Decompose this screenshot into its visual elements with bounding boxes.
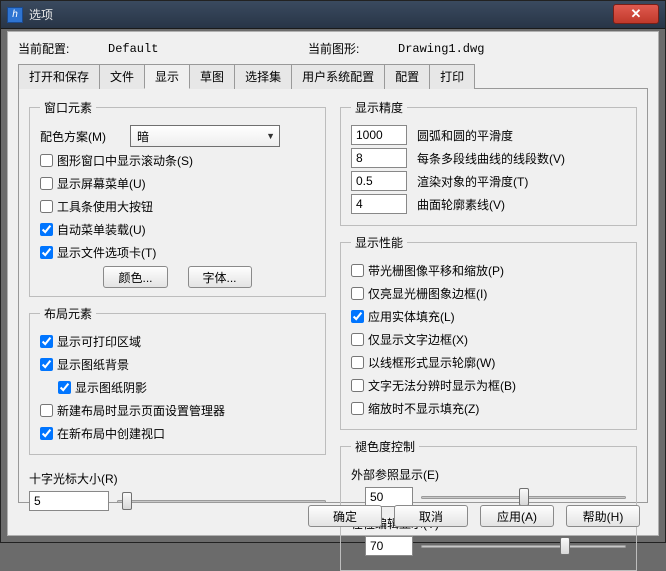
chk-screen-menu[interactable] (40, 177, 53, 190)
header-row: 当前配置: Default 当前图形: Drawing1.dwg (18, 40, 648, 57)
tab-user-pref[interactable]: 用户系统配置 (291, 64, 385, 89)
tab-open-save[interactable]: 打开和保存 (18, 64, 100, 89)
tab-selection[interactable]: 选择集 (234, 64, 292, 89)
chk-paper-shadow[interactable] (58, 381, 71, 394)
current-drawing-label: 当前图形: (308, 40, 398, 57)
chk-zoom-no-fill[interactable] (351, 402, 364, 415)
xref-fade-label: 外部参照显示(E) (351, 464, 626, 484)
app-icon: h (7, 7, 23, 23)
lbl-raster-pan: 带光栅图像平移和缩放(P) (368, 262, 504, 279)
group-window-legend: 窗口元素 (40, 99, 96, 116)
cancel-button[interactable]: 取消 (394, 505, 468, 527)
group-display-performance: 显示性能 带光栅图像平移和缩放(P) 仅亮显光栅图象边框(I) 应用实体填充(L… (340, 234, 637, 430)
tab-drafting[interactable]: 草图 (189, 64, 235, 89)
lbl-screen-menu: 显示屏幕菜单(U) (57, 175, 146, 192)
chk-solid-fill[interactable] (351, 310, 364, 323)
chk-auto-menu[interactable] (40, 223, 53, 236)
tab-display[interactable]: 显示 (144, 64, 190, 89)
render-smooth-input[interactable] (351, 171, 407, 191)
tab-plot[interactable]: 打印 (429, 64, 475, 89)
ok-button[interactable]: 确定 (308, 505, 382, 527)
left-column: 窗口元素 配色方案(M) 暗 ▼ 图形窗口中显示滚动条(S) 显示屏幕菜单(U)… (29, 99, 326, 494)
chk-raster-pan[interactable] (351, 264, 364, 277)
lbl-text-box: 文字无法分辨时显示为框(B) (368, 377, 516, 394)
titlebar: h 选项 ✕ (1, 1, 665, 29)
pline-seg-input[interactable] (351, 148, 407, 168)
chk-text-box[interactable] (351, 379, 364, 392)
render-smooth-label: 渲染对象的平滑度(T) (417, 173, 626, 190)
tab-files[interactable]: 文件 (99, 64, 145, 89)
lbl-scrollbars: 图形窗口中显示滚动条(S) (57, 152, 193, 169)
tab-bar: 打开和保存 文件 显示 草图 选择集 用户系统配置 配置 打印 (18, 63, 648, 89)
group-layout-legend: 布局元素 (40, 305, 96, 322)
color-scheme-combo[interactable]: 暗 ▼ (130, 125, 280, 147)
chk-highlight-frame[interactable] (351, 287, 364, 300)
chk-text-frame[interactable] (351, 333, 364, 346)
xref-fade-slider[interactable] (421, 488, 626, 506)
arc-smooth-input[interactable] (351, 125, 407, 145)
chk-scrollbars[interactable] (40, 154, 53, 167)
help-button[interactable]: 帮助(H) (566, 505, 640, 527)
colors-button[interactable]: 颜色... (103, 266, 167, 288)
slider-thumb[interactable] (519, 488, 529, 506)
chk-big-buttons[interactable] (40, 200, 53, 213)
apply-button[interactable]: 应用(A) (480, 505, 554, 527)
lbl-zoom-no-fill: 缩放时不显示填充(Z) (368, 400, 479, 417)
group-precision-legend: 显示精度 (351, 99, 407, 116)
lbl-page-setup: 新建布局时显示页面设置管理器 (57, 402, 225, 419)
surface-lines-input[interactable] (351, 194, 407, 214)
window-title: 选项 (29, 6, 665, 23)
chk-viewport[interactable] (40, 427, 53, 440)
lbl-file-tabs: 显示文件选项卡(T) (57, 244, 156, 261)
tab-profiles[interactable]: 配置 (384, 64, 430, 89)
pline-seg-label: 每条多段线曲线的线段数(V) (417, 150, 626, 167)
dialog-buttons: 确定 取消 应用(A) 帮助(H) (8, 505, 658, 527)
chk-page-setup[interactable] (40, 404, 53, 417)
current-config-value: Default (108, 42, 308, 56)
inplace-fade-slider[interactable] (421, 537, 626, 555)
group-window-elements: 窗口元素 配色方案(M) 暗 ▼ 图形窗口中显示滚动条(S) 显示屏幕菜单(U)… (29, 99, 326, 297)
group-display-precision: 显示精度 圆弧和圆的平滑度 每条多段线曲线的线段数(V) 渲染对象的平滑度(T)… (340, 99, 637, 226)
xref-fade-input[interactable] (365, 487, 413, 507)
color-scheme-value: 暗 (137, 128, 149, 145)
slider-track (117, 500, 326, 503)
color-scheme-label: 配色方案(M) (40, 128, 130, 145)
right-column: 显示精度 圆弧和圆的平滑度 每条多段线曲线的线段数(V) 渲染对象的平滑度(T)… (340, 99, 637, 494)
lbl-paper-bg: 显示图纸背景 (57, 356, 129, 373)
lbl-highlight-frame: 仅亮显光栅图象边框(I) (368, 285, 487, 302)
chk-file-tabs[interactable] (40, 246, 53, 259)
lbl-solid-fill: 应用实体填充(L) (368, 308, 455, 325)
lbl-viewport: 在新布局中创建视口 (57, 425, 165, 442)
slider-track (421, 545, 626, 548)
group-fade-legend: 褪色度控制 (351, 438, 419, 455)
tab-panel-display: 窗口元素 配色方案(M) 暗 ▼ 图形窗口中显示滚动条(S) 显示屏幕菜单(U)… (18, 89, 648, 503)
current-drawing-value: Drawing1.dwg (398, 42, 648, 56)
chevron-down-icon: ▼ (266, 131, 275, 141)
chk-paper-bg[interactable] (40, 358, 53, 371)
lbl-big-buttons: 工具条使用大按钮 (57, 198, 153, 215)
group-perf-legend: 显示性能 (351, 234, 407, 251)
chk-print-area[interactable] (40, 335, 53, 348)
fonts-button[interactable]: 字体... (188, 266, 252, 288)
lbl-text-frame: 仅显示文字边框(X) (368, 331, 468, 348)
lbl-paper-shadow: 显示图纸阴影 (75, 379, 147, 396)
close-icon: ✕ (631, 6, 642, 22)
current-config-label: 当前配置: (18, 40, 108, 57)
surface-lines-label: 曲面轮廓素线(V) (417, 196, 626, 213)
client-area: 当前配置: Default 当前图形: Drawing1.dwg 打开和保存 文… (7, 31, 659, 536)
crosshair-label: 十字光标大小(R) (29, 468, 326, 488)
lbl-auto-menu: 自动菜单装载(U) (57, 221, 146, 238)
close-button[interactable]: ✕ (613, 4, 659, 24)
slider-thumb[interactable] (560, 537, 570, 555)
lbl-print-area: 显示可打印区域 (57, 333, 141, 350)
lbl-wire-silh: 以线框形式显示轮廓(W) (368, 354, 495, 371)
chk-wire-silh[interactable] (351, 356, 364, 369)
options-window: h 选项 ✕ 当前配置: Default 当前图形: Drawing1.dwg … (0, 0, 666, 543)
group-layout-elements: 布局元素 显示可打印区域 显示图纸背景 显示图纸阴影 新建布局时显示页面设置管理… (29, 305, 326, 455)
arc-smooth-label: 圆弧和圆的平滑度 (417, 127, 626, 144)
inplace-fade-input[interactable] (365, 536, 413, 556)
